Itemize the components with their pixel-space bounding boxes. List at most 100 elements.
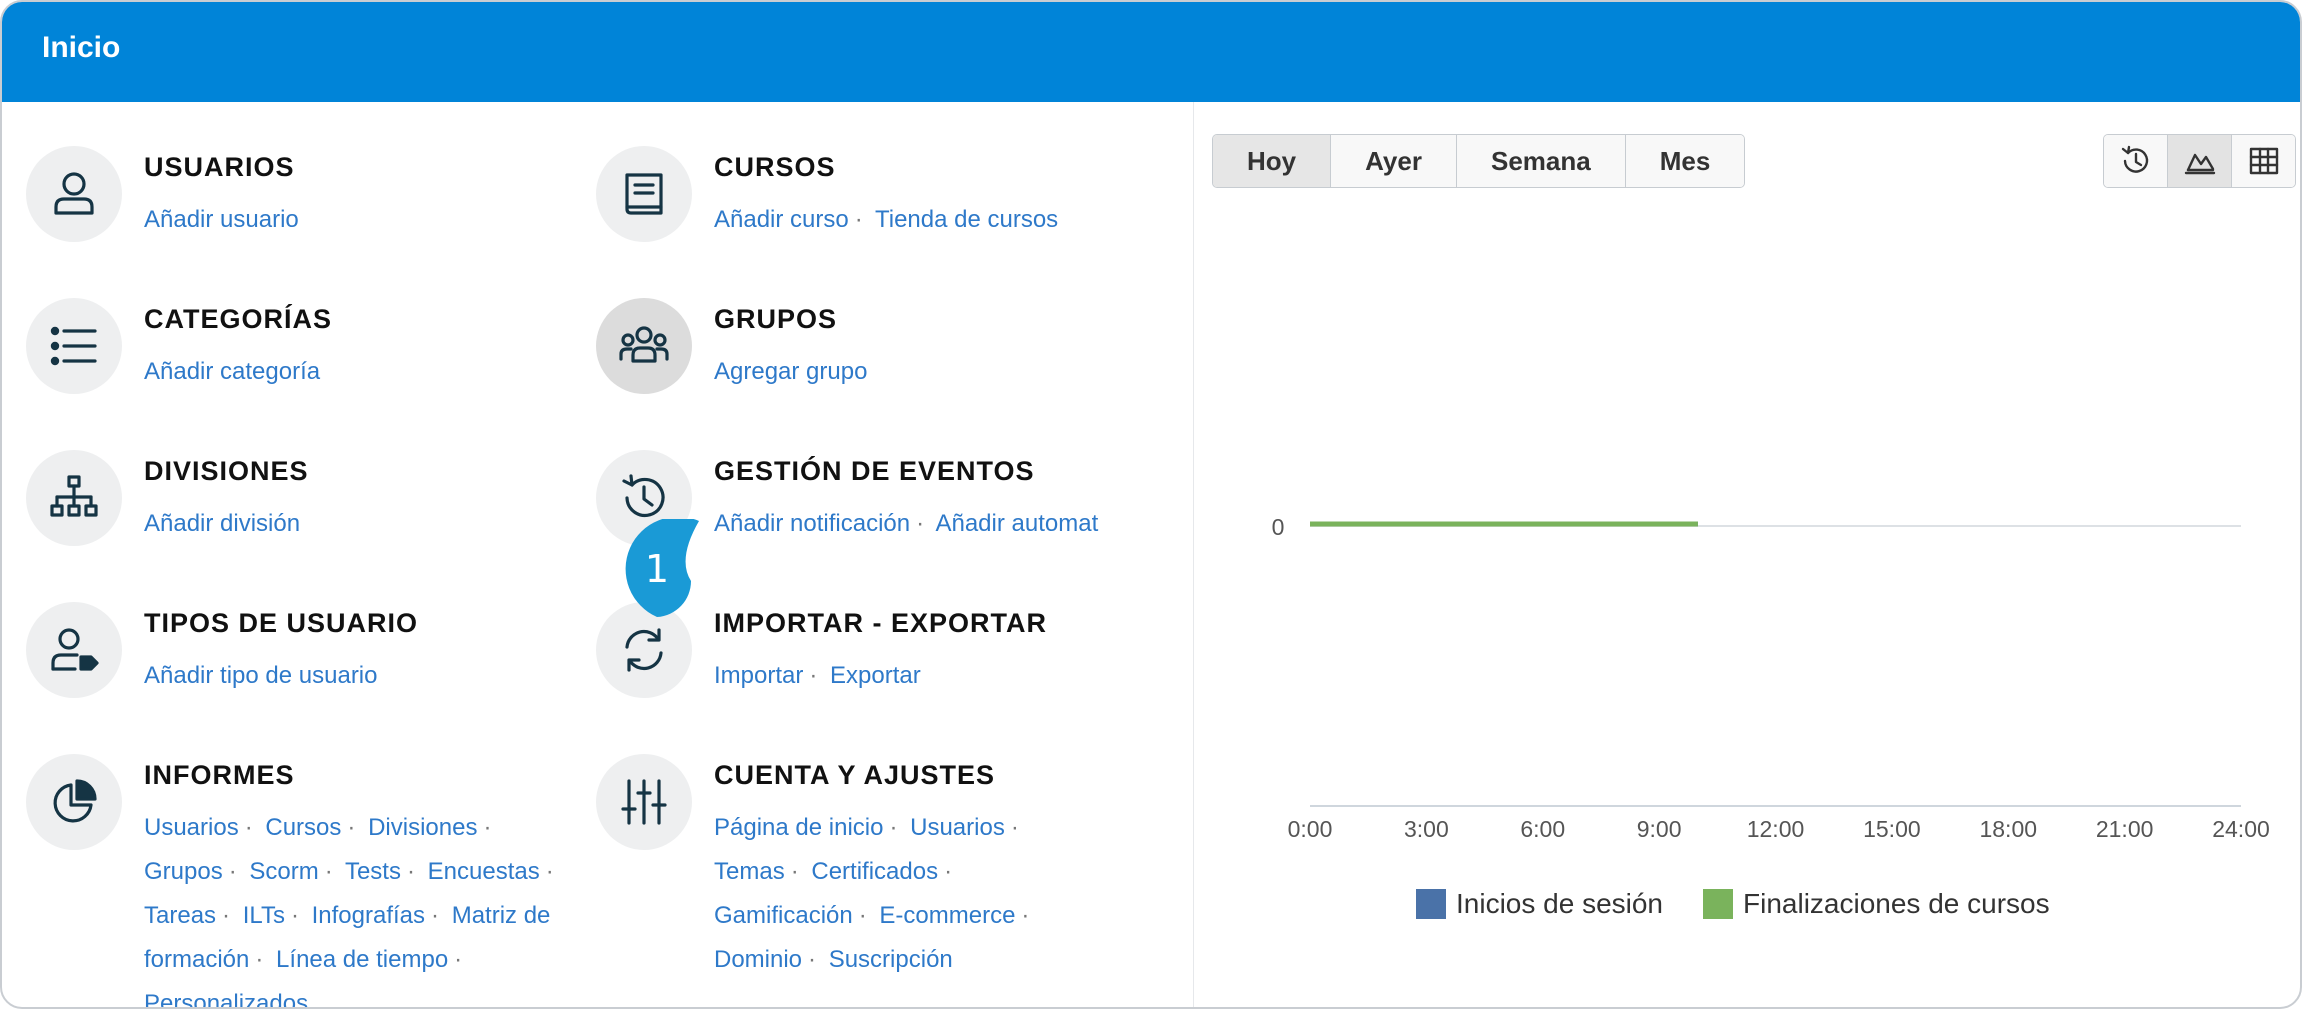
tile-tipos-title[interactable]: TIPOS DE USUARIO (144, 608, 418, 639)
tile-informes-links: Usuarios · Cursos · Divisiones · Grupos · Sc… (144, 806, 584, 1007)
x-tick-label: 9:00 (1637, 816, 1682, 842)
org-chart-icon (50, 475, 98, 517)
tile-divisiones-title[interactable]: DIVISIONES (144, 456, 309, 487)
tile-tipos-icon-circle[interactable] (26, 602, 122, 698)
tile-informes-icon-circle[interactable] (26, 754, 122, 850)
tab-semana[interactable]: Semana (1456, 135, 1626, 187)
tile-importar-links: Importar · Exportar (714, 654, 921, 698)
y-tick-label: 0 (1272, 514, 1285, 540)
tile-link[interactable]: Página de inicio (714, 814, 883, 841)
tile-cuenta-links: Página de inicio · Usuarios · Temas · Certi… (714, 806, 1114, 982)
dashboard-window: Inicio USUARIOS Añadir usuario CATEGORÍA… (0, 0, 2302, 1009)
link-separator: · (790, 858, 799, 885)
tile-link[interactable]: Cursos (265, 814, 341, 841)
history-icon (622, 474, 665, 518)
tile-link[interactable]: Tareas (144, 902, 216, 929)
tile-link[interactable]: Tienda de cursos (875, 206, 1058, 233)
tile-link[interactable]: Gamificación (714, 902, 853, 929)
sync-icon (625, 628, 663, 672)
list-icon (50, 326, 97, 366)
tile-cuenta-title[interactable]: CUENTA Y AJUSTES (714, 760, 995, 791)
legend-swatch-completions (1703, 889, 1734, 919)
legend-label-logins: Inicios de sesión (1456, 888, 1664, 919)
tile-divisiones-icon-circle[interactable] (26, 450, 122, 546)
link-separator: · (1021, 902, 1030, 929)
tile-usuarios-title[interactable]: USUARIOS (144, 152, 295, 183)
legend-item-completions[interactable]: Finalizaciones de cursos (1703, 888, 2050, 920)
tile-usuarios-icon-circle[interactable] (26, 146, 122, 242)
tile-eventos-links: Añadir notificación · Añadir automat (714, 502, 1098, 546)
tile-link[interactable]: Personalizados (144, 990, 308, 1007)
chart-legend: Inicios de sesión Finalizaciones de curs… (1416, 888, 2050, 920)
tile-link[interactable]: Tests (345, 858, 401, 885)
callout-number: 1 (644, 547, 670, 591)
tile-link[interactable]: Exportar (830, 662, 921, 689)
tile-usuarios-links: Añadir usuario (144, 198, 299, 242)
table-grid-icon (2249, 147, 2279, 175)
tile-link[interactable]: Importar (714, 662, 803, 689)
x-tick-label: 0:00 (1288, 816, 1333, 842)
tile-grupos-title[interactable]: GRUPOS (714, 304, 837, 335)
tile-link[interactable]: Suscripción (829, 946, 953, 973)
tile-link[interactable]: Añadir tipo de usuario (144, 662, 377, 689)
tile-divisiones-links: Añadir división (144, 502, 300, 546)
link-separator: · (916, 510, 925, 537)
tile-link[interactable]: Añadir división (144, 510, 300, 537)
legend-label-completions: Finalizaciones de cursos (1743, 888, 2050, 919)
tile-link[interactable]: Dominio (714, 946, 802, 973)
tile-link[interactable]: Usuarios (910, 814, 1005, 841)
tile-link[interactable]: Divisiones (368, 814, 477, 841)
tile-link[interactable]: Añadir categoría (144, 358, 320, 385)
tile-link[interactable]: Infografías (312, 902, 425, 929)
tile-cursos-icon-circle[interactable] (596, 146, 692, 242)
link-separator: · (222, 902, 231, 929)
history-icon (2121, 145, 2149, 173)
tab-mes[interactable]: Mes (1625, 135, 1745, 187)
tile-link[interactable]: Añadir usuario (144, 206, 299, 233)
tile-tipos-links: Añadir tipo de usuario (144, 654, 377, 698)
tile-link[interactable]: E-commerce (879, 902, 1015, 929)
legend-item-logins[interactable]: Inicios de sesión (1416, 888, 1663, 920)
tile-link[interactable]: Añadir notificación (714, 510, 910, 537)
tile-categorias-title[interactable]: CATEGORÍAS (144, 304, 332, 335)
tile-categorias-icon-circle[interactable] (26, 298, 122, 394)
link-separator: · (228, 858, 237, 885)
view-history-button[interactable] (2104, 135, 2168, 187)
sliders-icon (621, 779, 667, 825)
tile-link[interactable]: Temas (714, 858, 785, 885)
link-separator: · (1010, 814, 1019, 841)
tile-cursos-title[interactable]: CURSOS (714, 152, 836, 183)
tile-link[interactable]: Agregar grupo (714, 358, 867, 385)
tile-cuenta-icon-circle[interactable] (596, 754, 692, 850)
tile-link[interactable]: Línea de tiempo (276, 946, 448, 973)
tile-link[interactable]: Usuarios (144, 814, 239, 841)
tile-informes-title[interactable]: INFORMES (144, 760, 295, 791)
tile-link[interactable]: Encuestas (428, 858, 540, 885)
tile-link[interactable]: Añadir curso (714, 206, 849, 233)
tile-eventos-title[interactable]: GESTIÓN DE EVENTOS (714, 456, 1035, 487)
view-table-button[interactable] (2232, 135, 2295, 187)
link-separator: · (808, 946, 817, 973)
user-icon (54, 172, 94, 215)
x-tick-label: 6:00 (1520, 816, 1565, 842)
link-separator: · (809, 662, 818, 689)
tile-link[interactable]: Grupos (144, 858, 223, 885)
tile-grupos-icon-circle[interactable] (596, 298, 692, 394)
link-separator: · (545, 858, 554, 885)
tile-link[interactable]: Añadir automat (935, 510, 1098, 537)
x-tick-label: 18:00 (1979, 816, 2037, 842)
user-tag-icon (51, 628, 99, 671)
tile-link[interactable]: ILTs (243, 902, 285, 929)
page-header: Inicio (2, 2, 2300, 102)
view-chart-button[interactable] (2168, 135, 2232, 187)
tile-importar-title[interactable]: IMPORTAR - EXPORTAR (714, 608, 1047, 639)
tile-cursos-links: Añadir curso · Tienda de cursos (714, 198, 1058, 242)
tile-categorias-links: Añadir categoría (144, 350, 320, 394)
link-separator: · (255, 946, 264, 973)
tab-hoy[interactable]: Hoy (1213, 135, 1332, 187)
link-separator: · (858, 902, 867, 929)
tile-link[interactable]: Scorm (249, 858, 318, 885)
tile-link[interactable]: Certificados (811, 858, 938, 885)
tab-ayer[interactable]: Ayer (1331, 135, 1457, 187)
view-toggle-group (2103, 134, 2296, 188)
